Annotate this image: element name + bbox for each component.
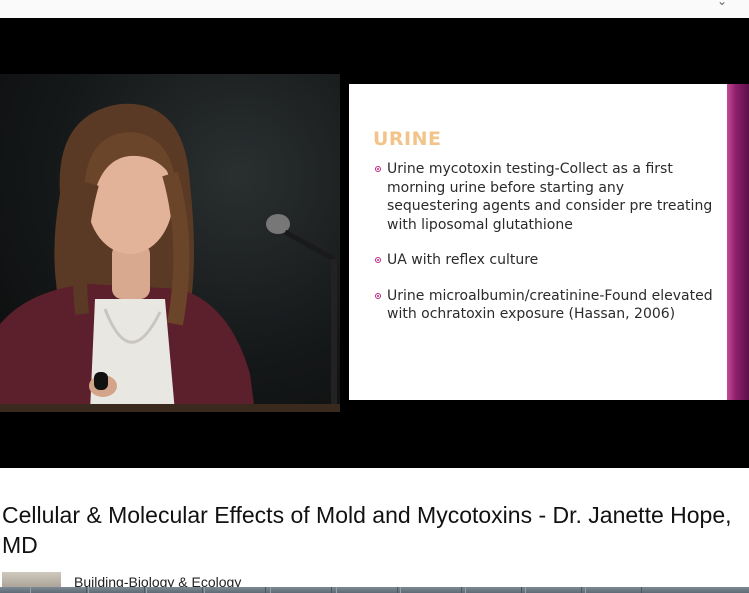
os-taskbar — [0, 587, 749, 593]
slide-bullet: UA with reflex culture — [375, 251, 715, 270]
speaker-illustration — [0, 103, 337, 412]
taskbar-button[interactable] — [585, 587, 642, 593]
podium-edge — [0, 404, 340, 412]
chevron-down-icon[interactable]: ⌄ — [717, 0, 727, 8]
slide-heading: URINE — [373, 128, 442, 150]
bullet-circle-icon — [375, 166, 381, 172]
bullet-circle-icon — [375, 257, 381, 263]
slide-bullet: Urine mycotoxin testing-Collect as a fir… — [375, 160, 715, 234]
taskbar-button[interactable] — [270, 587, 332, 593]
bullet-circle-icon — [375, 292, 381, 299]
video-player[interactable]: URINE Urine mycotoxin testing-Collect as… — [0, 18, 749, 468]
taskbar-button[interactable] — [525, 587, 582, 593]
speaker-video-frame — [0, 74, 340, 412]
slide-bullet-text: Urine microalbumin/creatinine-Found elev… — [387, 287, 713, 323]
slide-bullet-list: Urine mycotoxin testing-Collect as a fir… — [375, 160, 715, 341]
slide-accent-strip — [727, 84, 749, 400]
slide-bullet: Urine microalbumin/creatinine-Found elev… — [375, 287, 715, 324]
presentation-slide: URINE Urine mycotoxin testing-Collect as… — [349, 84, 727, 400]
taskbar-button[interactable] — [400, 587, 462, 593]
slide-bullet-text: UA with reflex culture — [387, 252, 539, 268]
taskbar-button[interactable] — [336, 587, 398, 593]
slide-bullet-text: Urine mycotoxin testing-Collect as a fir… — [387, 161, 713, 233]
taskbar-button[interactable] — [146, 587, 203, 593]
top-bar: ⌄ — [0, 0, 749, 19]
taskbar-button[interactable] — [30, 587, 87, 593]
taskbar-button[interactable] — [88, 587, 145, 593]
taskbar-button[interactable] — [465, 587, 522, 593]
taskbar-button[interactable] — [204, 587, 266, 593]
video-title: Cellular & Molecular Effects of Mold and… — [2, 502, 732, 558]
